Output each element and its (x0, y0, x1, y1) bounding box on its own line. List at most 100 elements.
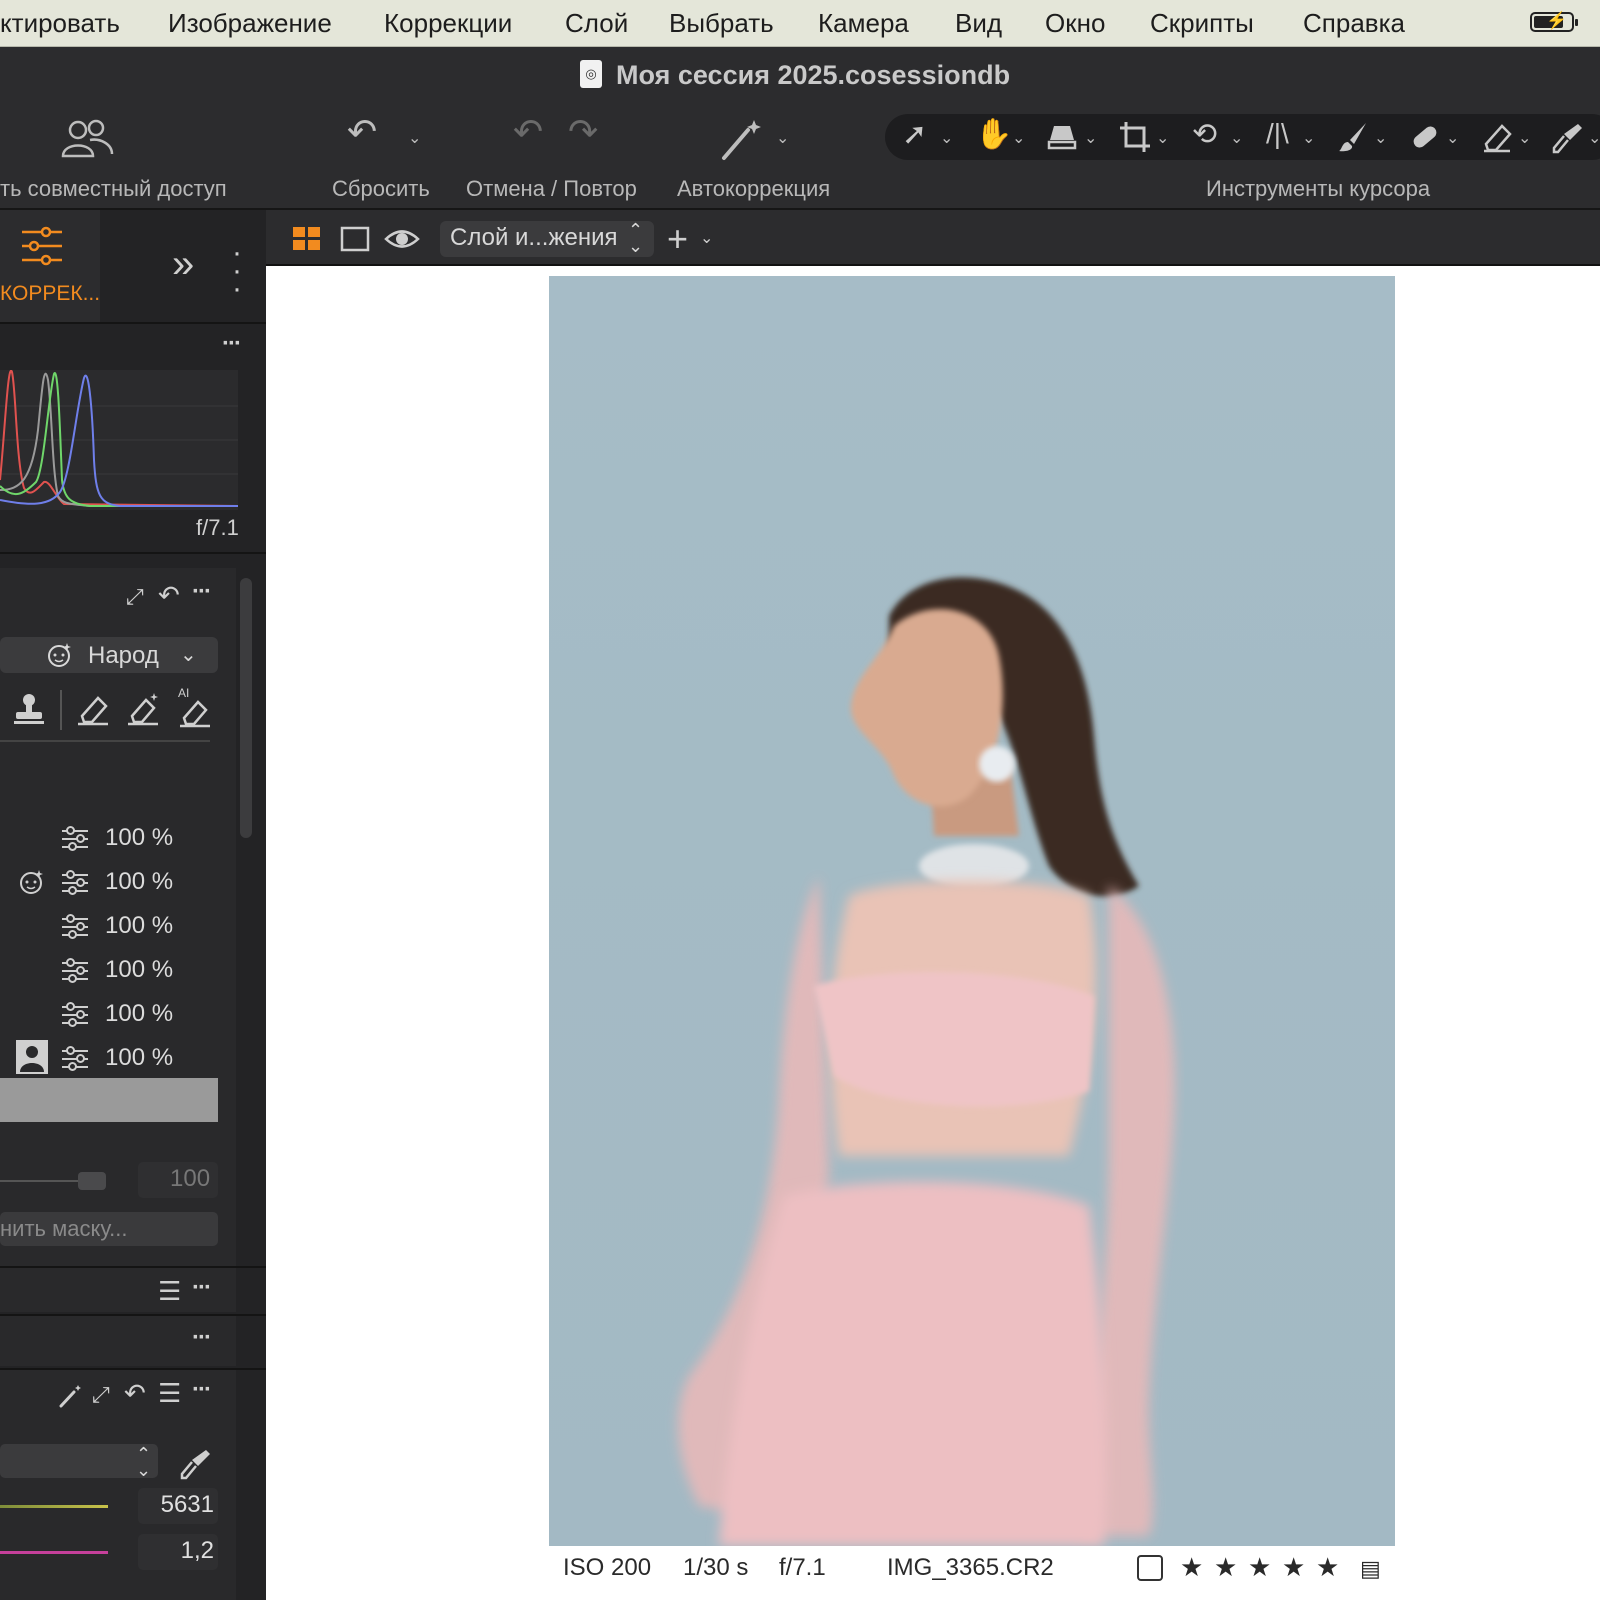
menu-select[interactable]: Выбрать (669, 8, 774, 39)
chevron-down-icon[interactable]: ⌄ (1374, 128, 1387, 148)
chevron-down-icon[interactable]: ⌄ (1518, 128, 1531, 148)
redo-icon[interactable]: ↷ (568, 114, 598, 150)
layer-row[interactable]: 100 % (0, 994, 236, 1034)
heal-icon[interactable] (1408, 120, 1442, 154)
layer-select-label[interactable]: Слой и...жения (450, 224, 618, 252)
tab-corrections-label[interactable]: КОРРЕК... (0, 282, 100, 306)
rating-star-5[interactable]: ★ (1316, 1552, 1339, 1583)
single-view-icon[interactable] (340, 226, 370, 252)
rotate-icon[interactable]: ⟲ (1192, 120, 1217, 150)
chevron-down-icon[interactable]: ⌄ (940, 128, 953, 148)
metadata-list-icon[interactable]: ▤ (1360, 1556, 1381, 1582)
menu-view[interactable]: Вид (955, 8, 1002, 39)
more-icon[interactable]: ··· (192, 1274, 212, 1302)
opacity-slider-thumb[interactable] (78, 1172, 106, 1190)
updown-chevron-icon[interactable]: ⌃ ⌄ (136, 1445, 151, 1479)
menu-scripts[interactable]: Скрипты (1150, 8, 1254, 39)
layer-row[interactable]: 100 % (0, 1038, 236, 1078)
reset-label[interactable]: Сбросить (332, 176, 430, 202)
more-icon[interactable]: ··· (222, 330, 242, 358)
stamp-icon[interactable] (12, 692, 46, 726)
layer-settings-icon[interactable] (62, 1002, 88, 1027)
crop-icon[interactable] (1118, 120, 1152, 154)
chevron-down-icon[interactable]: ⌄ (700, 228, 713, 248)
undo-redo-label[interactable]: Отмена / Повтор (466, 176, 637, 202)
layer-row-selected[interactable] (0, 1078, 218, 1122)
list-icon[interactable]: ☰ (158, 1276, 181, 1307)
share-label[interactable]: ть совместный доступ (0, 176, 227, 202)
layer-settings-icon[interactable] (62, 958, 88, 983)
rating-star-3[interactable]: ★ (1248, 1552, 1271, 1583)
menu-help[interactable]: Справка (1303, 8, 1405, 39)
rating-star-2[interactable]: ★ (1214, 1552, 1237, 1583)
tint-value[interactable]: 1,2 (140, 1537, 214, 1565)
menu-image[interactable]: Изображение (168, 8, 332, 39)
chevron-down-icon[interactable]: ⌄ (1084, 128, 1097, 148)
chevron-down-icon[interactable]: ⌄ (776, 128, 789, 148)
layer-settings-icon[interactable] (62, 826, 88, 851)
straighten-icon[interactable]: /|\ (1266, 120, 1289, 148)
expand-icon[interactable]: ⤢ (92, 1382, 110, 1408)
chevron-down-icon[interactable]: ⌄ (1230, 128, 1243, 148)
share-users-icon[interactable] (60, 118, 114, 158)
layer-row[interactable]: 100 % (0, 862, 236, 902)
reset-panel-icon[interactable]: ↶ (158, 580, 180, 611)
chevron-down-icon[interactable]: ⌄ (180, 642, 197, 667)
autocorrect-label[interactable]: Автокоррекция (677, 176, 830, 202)
chevron-down-icon[interactable]: ⌄ (1588, 128, 1600, 148)
magic-wand-icon[interactable] (58, 1384, 82, 1408)
layer-row[interactable]: 100 % (0, 818, 236, 858)
people-mask-label[interactable]: Народ (88, 642, 159, 670)
pan-hand-icon[interactable]: ✋ (975, 120, 1012, 150)
chevron-down-icon[interactable]: ⌄ (1156, 128, 1169, 148)
menu-edit[interactable]: ктировать (0, 8, 120, 39)
opacity-value[interactable]: 100 (170, 1165, 210, 1193)
scrollbar[interactable] (240, 578, 252, 838)
layer-settings-icon[interactable] (62, 870, 88, 895)
adjustments-tab-icon[interactable] (20, 224, 64, 268)
layer-settings-icon[interactable] (62, 1046, 88, 1071)
tint-slider[interactable] (0, 1551, 108, 1554)
menu-camera[interactable]: Камера (818, 8, 909, 39)
layer-row[interactable]: 100 % (0, 906, 236, 946)
undo-icon[interactable]: ↶ (513, 114, 543, 150)
brush-icon[interactable] (1336, 120, 1370, 154)
reset-icon[interactable]: ↶ (347, 114, 377, 150)
menu-window[interactable]: Окно (1045, 8, 1105, 39)
select-checkbox[interactable] (1137, 1555, 1163, 1581)
kelvin-slider[interactable] (0, 1505, 108, 1508)
layer-row[interactable]: 100 % (0, 950, 236, 990)
more-vertical-icon[interactable]: · · · (232, 238, 242, 304)
chevron-down-icon[interactable]: ⌄ (1302, 128, 1315, 148)
keystone-icon[interactable] (1046, 122, 1078, 152)
menu-layer[interactable]: Слой (565, 8, 628, 39)
expand-tabs-icon[interactable]: » (172, 242, 194, 287)
preview-eye-icon[interactable] (384, 226, 420, 252)
reset-panel-icon[interactable]: ↶ (124, 1378, 146, 1409)
chevron-down-icon[interactable]: ⌄ (408, 128, 421, 148)
more-icon[interactable]: ··· (192, 1324, 212, 1352)
eraser-icon[interactable] (76, 692, 110, 726)
select-cursor-icon[interactable]: ➚ (902, 120, 927, 150)
photo-preview[interactable] (549, 276, 1395, 1546)
more-icon[interactable]: ··· (192, 1376, 212, 1404)
picker-icon[interactable] (178, 1446, 212, 1480)
erase-icon[interactable] (1480, 120, 1514, 154)
rating-star-1[interactable]: ★ (1180, 1552, 1203, 1583)
grid-view-icon[interactable] (292, 226, 322, 252)
fill-mask-label[interactable]: нить маску... (0, 1216, 127, 1242)
expand-icon[interactable]: ⤢ (126, 584, 144, 610)
rating-star-4[interactable]: ★ (1282, 1552, 1305, 1583)
ai-eraser-icon[interactable] (178, 694, 212, 728)
battery-icon[interactable]: ⚡ (1530, 11, 1578, 32)
kelvin-value[interactable]: 5631 (140, 1491, 214, 1519)
magic-wand-icon[interactable] (718, 116, 764, 162)
more-icon[interactable]: ··· (192, 578, 212, 606)
picker-icon[interactable] (1550, 120, 1584, 154)
layer-settings-icon[interactable] (62, 914, 88, 939)
updown-chevron-icon[interactable]: ⌃ ⌄ (628, 221, 643, 255)
add-layer-icon[interactable]: + (667, 218, 688, 260)
chevron-down-icon[interactable]: ⌄ (1012, 128, 1025, 148)
list-icon[interactable]: ☰ (158, 1378, 181, 1409)
white-balance-mode-select[interactable] (0, 1444, 158, 1478)
